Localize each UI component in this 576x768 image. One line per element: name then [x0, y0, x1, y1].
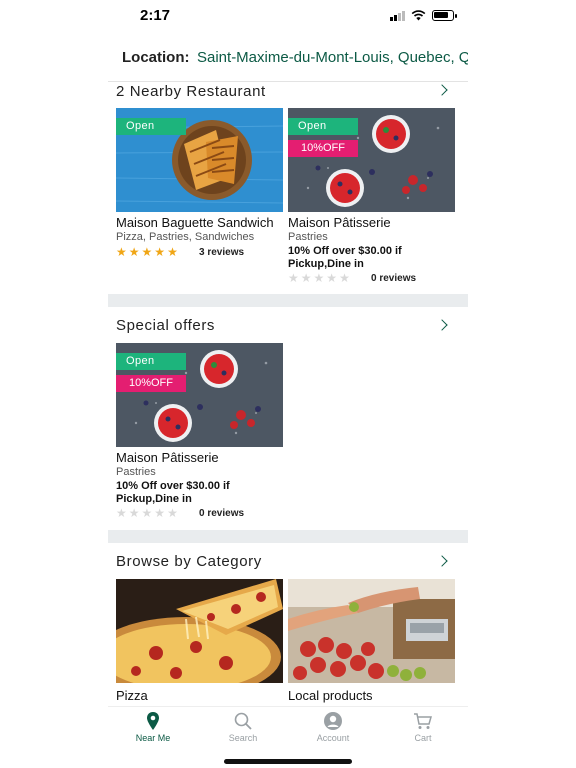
tab-search[interactable]: Search — [198, 711, 288, 743]
status-time: 2:17 — [140, 7, 171, 24]
restaurant-categories: Pastries — [288, 231, 328, 243]
category-name: Pizza — [116, 688, 148, 703]
restaurant-categories: Pizza, Pastries, Sandwiches — [116, 231, 255, 243]
restaurant-categories: Pastries — [116, 466, 156, 478]
tab-near-me[interactable]: Near Me — [108, 711, 198, 743]
person-icon — [324, 712, 342, 730]
rating-stars: ★ ★ ★ ★ ★ — [116, 246, 178, 258]
home-indicator[interactable] — [224, 759, 352, 764]
star-icon: ★ — [288, 271, 299, 285]
status-icons — [390, 10, 457, 21]
star-icon: ★ — [128, 506, 140, 520]
app-screen: 2:17 Location: Saint-Maxime-du-Mont-Loui… — [108, 0, 468, 768]
open-badge: Open — [116, 353, 186, 370]
chevron-right-icon[interactable] — [436, 319, 448, 331]
star-icon: ★ — [116, 245, 127, 259]
star-icon: ★ — [154, 506, 166, 520]
restaurant-name: Maison Pâtisserie — [116, 450, 219, 465]
rating-stars: ★ ★ ★ ★ ★ — [116, 507, 178, 519]
star-icon: ★ — [128, 245, 140, 259]
star-icon: ★ — [326, 271, 338, 285]
restaurant-card[interactable]: Open 10%OFF Maison Pâtisserie Pastries 1… — [288, 108, 455, 288]
tab-account[interactable]: Account — [288, 711, 378, 743]
review-count: 3 reviews — [199, 247, 245, 258]
star-icon: ★ — [313, 271, 325, 285]
restaurant-name: Maison Baguette Sandwich — [116, 215, 274, 230]
discount-badge: 10%OFF — [116, 375, 186, 392]
section-title: Special offers — [116, 317, 216, 334]
special-offers-section: Special offers Open 10%OFF Maison Pâtiss… — [108, 307, 468, 530]
open-badge: Open — [116, 118, 186, 135]
star-icon: ★ — [154, 245, 166, 259]
offer-text: 10% Off over $30.00 if Pickup,Dine in — [288, 245, 402, 270]
category-name: Local products — [288, 688, 373, 703]
wifi-icon — [411, 10, 426, 21]
chevron-right-icon[interactable] — [436, 555, 448, 567]
sandwich-image: Open — [116, 108, 283, 212]
section-divider — [108, 530, 468, 543]
chevron-right-icon[interactable] — [436, 84, 448, 96]
tab-label: Account — [316, 733, 350, 743]
cart-icon — [414, 713, 432, 729]
offer-text: 10% Off over $30.00 if Pickup,Dine in — [116, 480, 230, 505]
star-icon: ★ — [141, 245, 153, 259]
section-title: 2 Nearby Restaurant — [116, 83, 266, 100]
search-icon — [234, 712, 252, 730]
pastry-image: Open 10%OFF — [288, 108, 455, 212]
map-pin-icon — [147, 712, 159, 730]
browse-category-section: Browse by Category Pizza Local products — [108, 543, 468, 706]
star-icon: ★ — [339, 271, 350, 285]
review-count: 0 reviews — [199, 508, 245, 519]
restaurant-card[interactable]: Open 10%OFF Maison Pâtisserie Pastries 1… — [116, 343, 283, 523]
signal-icon — [390, 10, 405, 21]
location-value[interactable]: Saint-Maxime-du-Mont-Louis, Quebec, Q — [197, 49, 468, 66]
tab-cart[interactable]: Cart — [378, 711, 468, 743]
star-icon: ★ — [167, 245, 178, 259]
star-icon: ★ — [141, 506, 153, 520]
location-label: Location: — [122, 49, 190, 66]
location-bar[interactable]: Location: Saint-Maxime-du-Mont-Louis, Qu… — [108, 34, 468, 82]
open-badge: Open — [288, 118, 358, 135]
market-image — [288, 579, 455, 683]
pastry-image: Open 10%OFF — [116, 343, 283, 447]
section-title: Browse by Category — [116, 553, 262, 570]
discount-badge: 10%OFF — [288, 140, 358, 157]
battery-icon — [432, 10, 457, 21]
restaurant-card[interactable]: Open Maison Baguette Sandwich Pizza, Pas… — [116, 108, 283, 288]
category-tile-local-products[interactable]: Local products — [288, 579, 455, 706]
section-divider — [108, 294, 468, 307]
rating-stars: ★ ★ ★ ★ ★ — [288, 272, 350, 284]
review-count: 0 reviews — [371, 273, 417, 284]
star-icon: ★ — [300, 271, 312, 285]
tab-label: Near Me — [135, 733, 171, 743]
nearby-section: 2 Nearby Restaurant Open Maison Baguette… — [108, 82, 468, 294]
pizza-image — [116, 579, 283, 683]
star-icon: ★ — [116, 506, 127, 520]
category-tile-pizza[interactable]: Pizza — [116, 579, 283, 706]
tab-label: Cart — [414, 733, 432, 743]
restaurant-name: Maison Pâtisserie — [288, 215, 391, 230]
status-bar: 2:17 — [108, 0, 468, 34]
star-icon: ★ — [167, 506, 178, 520]
tab-label: Search — [228, 733, 258, 743]
